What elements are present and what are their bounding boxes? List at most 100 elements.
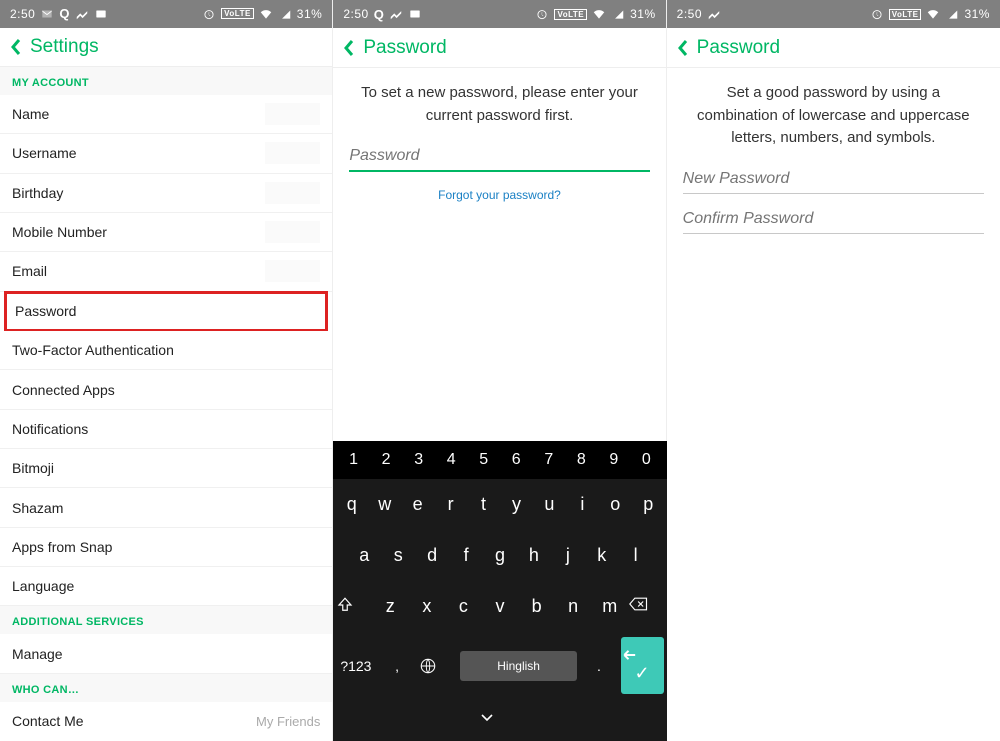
back-icon[interactable] (343, 39, 355, 57)
key-0[interactable]: 0 (630, 451, 663, 469)
signal-icon (945, 7, 959, 21)
blur (265, 142, 320, 164)
screen-settings: 2:50 Q VoLTE 31% Settings MY ACCOUNT Nam… (0, 0, 333, 741)
status-bar: 2:50 Q VoLTE 31% (0, 0, 332, 28)
row-connected-apps[interactable]: Connected Apps (0, 370, 332, 409)
row-birthday[interactable]: Birthday (0, 174, 332, 213)
wifi-icon (926, 7, 940, 21)
screen-password-set: 2:50 VoLTE 31% Password Set a good passw… (667, 0, 1000, 741)
globe-key[interactable] (419, 647, 458, 685)
row-twofa[interactable]: Two-Factor Authentication (0, 331, 332, 370)
q-icon: Q (374, 7, 385, 22)
back-icon[interactable] (10, 38, 22, 56)
symbols-key[interactable]: ?123 (336, 648, 375, 684)
enter-key[interactable]: ✓ (621, 637, 664, 694)
key-3[interactable]: 3 (402, 451, 435, 469)
row-name[interactable]: Name (0, 95, 332, 134)
comma-key[interactable]: , (378, 648, 417, 684)
chart-icon (707, 7, 721, 21)
row-contact-me[interactable]: Contact MeMy Friends (0, 702, 332, 741)
row-shazam[interactable]: Shazam (0, 488, 332, 527)
key-5[interactable]: 5 (467, 451, 500, 469)
key-7[interactable]: 7 (533, 451, 566, 469)
key-s[interactable]: s (382, 535, 414, 576)
picture-icon (408, 7, 422, 21)
row-mobile[interactable]: Mobile Number (0, 213, 332, 252)
key-8[interactable]: 8 (565, 451, 598, 469)
key-w[interactable]: w (369, 484, 400, 525)
key-d[interactable]: d (416, 535, 448, 576)
key-a[interactable]: a (348, 535, 380, 576)
screen-password-verify: 2:50 Q VoLTE 31% Password To set a new p… (333, 0, 666, 741)
chart-icon (389, 7, 403, 21)
status-battery: 31% (297, 7, 323, 21)
backspace-key[interactable] (629, 586, 664, 627)
key-h[interactable]: h (518, 535, 550, 576)
collapse-keyboard-icon[interactable] (480, 702, 520, 732)
row-bitmoji[interactable]: Bitmoji (0, 449, 332, 488)
key-1[interactable]: 1 (337, 451, 370, 469)
space-key[interactable]: Hinglish (460, 651, 578, 681)
key-v[interactable]: v (483, 586, 518, 627)
key-u[interactable]: u (534, 484, 565, 525)
section-additional: ADDITIONAL SERVICES (0, 606, 332, 634)
key-l[interactable]: l (620, 535, 652, 576)
key-6[interactable]: 6 (500, 451, 533, 469)
row-username[interactable]: Username (0, 134, 332, 173)
back-icon[interactable] (677, 39, 689, 57)
key-q[interactable]: q (336, 484, 367, 525)
key-4[interactable]: 4 (435, 451, 468, 469)
keyboard-numrow: 1234567890 (333, 441, 666, 479)
settings-title: Settings (30, 36, 99, 58)
section-who-can: WHO CAN… (0, 674, 332, 702)
settings-header: Settings (0, 28, 332, 67)
signal-icon (278, 7, 292, 21)
blur (265, 182, 320, 204)
volte-badge: VoLTE (221, 8, 254, 19)
key-f[interactable]: f (450, 535, 482, 576)
picture-icon (94, 7, 108, 21)
key-k[interactable]: k (586, 535, 618, 576)
keyboard[interactable]: 1234567890 qwertyuiop asdfghjkl zxcvbnm … (333, 441, 666, 741)
confirm-password-input[interactable] (683, 204, 984, 234)
row-language[interactable]: Language (0, 567, 332, 606)
password-title: Password (697, 37, 780, 59)
key-n[interactable]: n (556, 586, 591, 627)
blur (265, 260, 320, 282)
key-p[interactable]: p (633, 484, 664, 525)
row-apps-from-snap[interactable]: Apps from Snap (0, 528, 332, 567)
key-9[interactable]: 9 (598, 451, 631, 469)
key-b[interactable]: b (519, 586, 554, 627)
wifi-icon (259, 7, 273, 21)
current-password-input[interactable] (349, 141, 649, 172)
key-x[interactable]: x (410, 586, 445, 627)
key-y[interactable]: y (501, 484, 532, 525)
contact-me-value: My Friends (256, 714, 320, 729)
password-title: Password (363, 37, 446, 59)
new-password-input[interactable] (683, 164, 984, 194)
key-e[interactable]: e (402, 484, 433, 525)
period-key[interactable]: . (579, 648, 618, 684)
row-manage[interactable]: Manage (0, 634, 332, 673)
key-m[interactable]: m (592, 586, 627, 627)
row-email[interactable]: Email (0, 252, 332, 291)
key-i[interactable]: i (567, 484, 598, 525)
password-header: Password (333, 28, 665, 68)
password-instruction: Set a good password by using a combinati… (667, 68, 1000, 156)
key-o[interactable]: o (600, 484, 631, 525)
password-instruction: To set a new password, please enter your… (333, 68, 665, 133)
row-password[interactable]: Password (4, 291, 328, 332)
key-c[interactable]: c (446, 586, 481, 627)
forgot-password-link[interactable]: Forgot your password? (333, 174, 665, 216)
key-2[interactable]: 2 (370, 451, 403, 469)
key-t[interactable]: t (468, 484, 499, 525)
password-header: Password (667, 28, 1000, 68)
key-z[interactable]: z (373, 586, 408, 627)
row-notifications[interactable]: Notifications (0, 410, 332, 449)
shift-key[interactable] (336, 586, 371, 627)
key-j[interactable]: j (552, 535, 584, 576)
alarm-icon (202, 7, 216, 21)
key-g[interactable]: g (484, 535, 516, 576)
key-r[interactable]: r (435, 484, 466, 525)
alarm-icon (535, 7, 549, 21)
